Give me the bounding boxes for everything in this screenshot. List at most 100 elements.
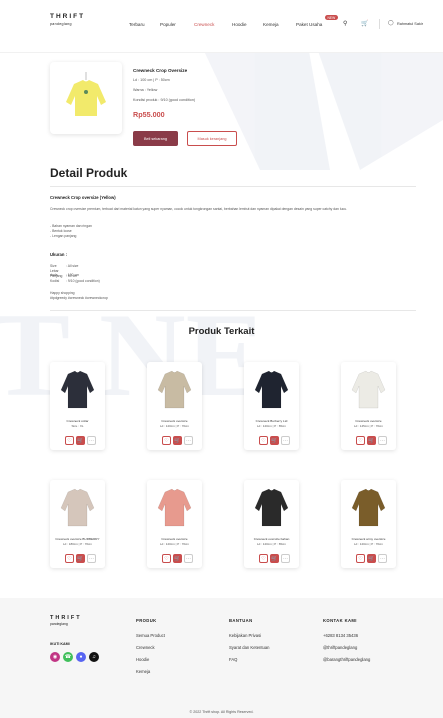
contact-instagram[interactable]: @thriftpandeglang bbox=[323, 645, 357, 650]
footer-brand[interactable]: THRIFT pandeglang bbox=[50, 615, 82, 626]
nav-link-crewneck[interactable]: Crewneck bbox=[194, 22, 214, 27]
cart-icon[interactable]: 🛒 bbox=[367, 436, 376, 445]
related-product-name: Crewneck Burberry Ltd bbox=[255, 419, 288, 423]
heart-icon[interactable]: ♡ bbox=[259, 554, 268, 563]
related-product-name: Crewneck collar bbox=[66, 419, 89, 423]
nav-link-kemeja[interactable]: Kemeja bbox=[263, 22, 279, 27]
related-product-name: Crewneck oversize bbox=[355, 419, 382, 423]
heart-icon[interactable]: ♡ bbox=[65, 554, 74, 563]
related-product-size: Ld : 120cm | P : 65cm bbox=[256, 542, 287, 546]
spec-row: Kodisi: 9/10 (good condition) bbox=[50, 279, 100, 283]
heart-icon[interactable]: ♡ bbox=[259, 436, 268, 445]
related-product-name: Crewneck oversize bbox=[161, 537, 188, 541]
user-name[interactable]: Rahmatul Sakir bbox=[397, 22, 423, 26]
detail-tags: #tpdgreedy #crewneck #crewneckcrop bbox=[50, 296, 108, 300]
detail-heading: Detail Produk bbox=[50, 166, 128, 180]
related-product-image bbox=[254, 488, 289, 527]
related-product-card[interactable]: Crewneck oversize Ld : 120cm | P : 70cm ♡ 🛒… bbox=[147, 480, 202, 568]
heart-icon[interactable]: ♡ bbox=[356, 554, 365, 563]
footer-link[interactable]: Hoodie bbox=[136, 657, 149, 662]
cart-icon[interactable]: 🛒 bbox=[173, 436, 182, 445]
related-product-card[interactable]: Crewneck oversize BURBERRY Ld : 180cm | P… bbox=[50, 480, 105, 568]
spec-row: Size: All size bbox=[50, 264, 79, 268]
contact-instagram-alt[interactable]: @barangthriftpandeglang bbox=[323, 657, 370, 662]
size-heading: Ukuran : bbox=[50, 252, 67, 257]
contact-phone[interactable]: +6283 8134 35436 bbox=[323, 633, 358, 638]
cart-icon[interactable]: 🛒 bbox=[367, 554, 376, 563]
tiktok-icon[interactable]: ♫ bbox=[89, 652, 99, 662]
cart-icon[interactable]: 🛒 bbox=[76, 436, 85, 445]
related-product-card[interactable]: Crewneck army oversize Ld : 120cm | P : 7… bbox=[341, 480, 396, 568]
user-icon[interactable]: ◯ bbox=[388, 20, 394, 26]
nav-link-paket-usaha[interactable]: Paket Usaha bbox=[296, 22, 322, 27]
discord-icon[interactable]: ● bbox=[76, 652, 86, 662]
cart-icon[interactable]: 🛒 bbox=[361, 20, 368, 27]
related-product-image bbox=[254, 370, 289, 409]
footer-link[interactable]: Semua Product bbox=[136, 633, 165, 638]
instagram-icon[interactable]: ◉ bbox=[50, 652, 60, 662]
related-product-image bbox=[351, 488, 386, 527]
cart-icon[interactable]: 🛒 bbox=[270, 554, 279, 563]
nav-link-hoodie[interactable]: Hoodie bbox=[232, 22, 247, 27]
section-divider bbox=[50, 310, 416, 311]
brand-subtitle: pandeglang bbox=[50, 21, 72, 26]
cart-icon[interactable]: 🛒 bbox=[76, 554, 85, 563]
product-price: Rp55.000 bbox=[133, 110, 165, 119]
more-icon[interactable]: ⋯ bbox=[87, 554, 96, 563]
related-product-size: Ld : 145cm | P : 70cm bbox=[353, 424, 384, 428]
related-product-card[interactable]: Crewneck collar Size : XL ♡ 🛒 ⋯ bbox=[50, 362, 105, 450]
product-image bbox=[66, 72, 106, 116]
related-product-name: Crewneck army oversize bbox=[351, 537, 386, 541]
nav-link-terbaru[interactable]: Terbaru bbox=[129, 22, 145, 27]
footer-link[interactable]: Kemeja bbox=[136, 669, 150, 674]
more-icon[interactable]: ⋯ bbox=[184, 554, 193, 563]
more-icon[interactable]: ⋯ bbox=[184, 436, 193, 445]
related-product-image bbox=[157, 488, 192, 527]
related-product-image bbox=[157, 370, 192, 409]
product-image-card bbox=[50, 62, 122, 134]
new-badge: NEW bbox=[325, 15, 338, 20]
search-icon[interactable]: ⚲ bbox=[343, 20, 347, 27]
navbar: THRIFT pandeglang Terbaru Populer Crewne… bbox=[0, 0, 443, 53]
related-product-image bbox=[351, 370, 386, 409]
whatsapp-icon[interactable]: ☎ bbox=[63, 652, 73, 662]
more-icon[interactable]: ⋯ bbox=[378, 436, 387, 445]
related-product-name: Crewneck oversize bahan bbox=[253, 537, 290, 541]
footer-produk-heading: PRODUK bbox=[136, 618, 157, 623]
more-icon[interactable]: ⋯ bbox=[378, 554, 387, 563]
add-to-cart-button[interactable]: Masuk keranjang bbox=[187, 131, 237, 146]
footer-kontak-heading: KONTAK KAMI bbox=[323, 618, 357, 623]
related-product-size: Ld : 180cm | P : 70cm bbox=[62, 542, 93, 546]
more-icon[interactable]: ⋯ bbox=[281, 554, 290, 563]
footer-link[interactable]: FAQ bbox=[229, 657, 237, 662]
related-product-card[interactable]: Crewneck oversize Ld : 120cm | P : 70cm ♡ 🛒… bbox=[147, 362, 202, 450]
more-icon[interactable]: ⋯ bbox=[281, 436, 290, 445]
related-product-card[interactable]: Crewneck oversize Ld : 145cm | P : 70cm ♡ 🛒… bbox=[341, 362, 396, 450]
related-heading: Produk Terkait bbox=[188, 326, 255, 337]
related-product-card[interactable]: Crewneck oversize bahan Ld : 120cm | P : … bbox=[244, 480, 299, 568]
cart-icon[interactable]: 🛒 bbox=[270, 436, 279, 445]
footer-link[interactable]: Kebijakan Privasi bbox=[229, 633, 261, 638]
heart-icon[interactable]: ♡ bbox=[162, 554, 171, 563]
related-product-size: Ld : 120cm | P : 70cm bbox=[159, 424, 190, 428]
heart-icon[interactable]: ♡ bbox=[162, 436, 171, 445]
detail-description: Crewneck crop oversize premium, terbuat … bbox=[50, 207, 348, 211]
related-product-card[interactable]: Crewneck Burberry Ltd Ld : 120cm | P : 65… bbox=[244, 362, 299, 450]
footer-link[interactable]: Syarat dan Ketentuan bbox=[229, 645, 270, 650]
heart-icon[interactable]: ♡ bbox=[65, 436, 74, 445]
related-product-name: Crewneck oversize bbox=[161, 419, 188, 423]
detail-bullet: - Lengan panjang bbox=[50, 234, 77, 238]
brand-logo[interactable]: THRIFT pandeglang bbox=[50, 13, 85, 26]
related-product-size: Ld : 120cm | P : 65cm bbox=[256, 424, 287, 428]
more-icon[interactable]: ⋯ bbox=[87, 436, 96, 445]
footer-link[interactable]: Crewneck bbox=[136, 645, 155, 650]
buy-now-button[interactable]: Beli sekarang bbox=[133, 131, 178, 146]
footer-bantuan-heading: BANTUAN bbox=[229, 618, 253, 623]
detail-divider bbox=[50, 186, 416, 187]
spec-row: Panjang: 50 cm bbox=[50, 274, 78, 278]
heart-icon[interactable]: ♡ bbox=[356, 436, 365, 445]
detail-subtitle: Crewneck Crop oversize (Yellow) bbox=[50, 195, 116, 200]
cart-icon[interactable]: 🛒 bbox=[173, 554, 182, 563]
footer-brand-name: THRIFT bbox=[50, 615, 82, 621]
nav-link-populer[interactable]: Populer bbox=[160, 22, 176, 27]
